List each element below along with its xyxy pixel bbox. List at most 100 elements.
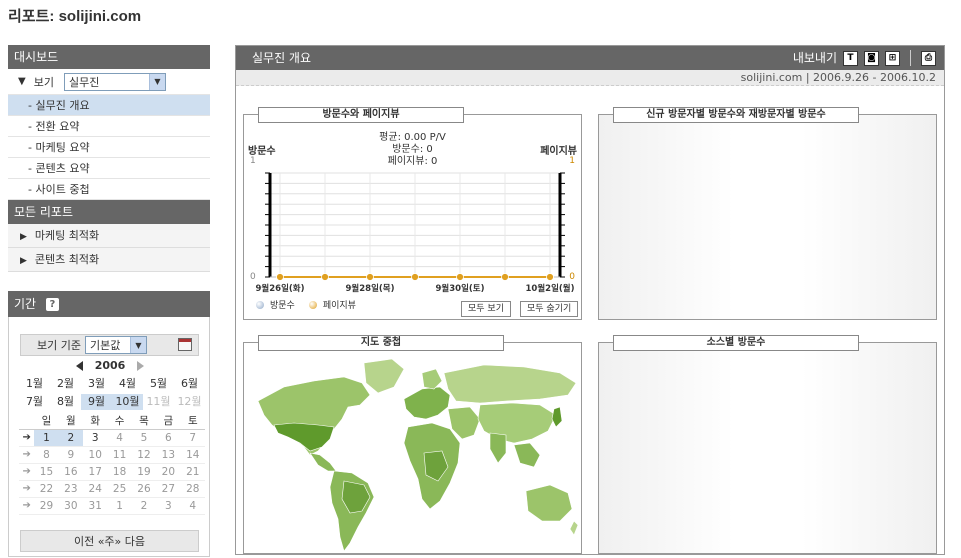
map-southeast-asia (513, 442, 541, 468)
report-item-label: 콘텐츠 최적화 (34, 253, 100, 266)
day-cell: 4 (107, 429, 132, 447)
legend-pageviews-dot (308, 300, 317, 309)
chart-legend: 방문수 페이지뷰 (256, 298, 356, 311)
data-point (411, 273, 419, 281)
export-label: 내보내기 (792, 51, 837, 65)
site-range-bar: solijini.com | 2006.9.26 - 2006.10.2 (236, 70, 944, 86)
month-grid: 1월 2월 3월 4월 5월 6월 7월 8월 9월 10월 11월 12월 (19, 376, 205, 410)
day-cell: 7 (180, 429, 205, 447)
month-cell[interactable]: 2월 (50, 376, 81, 392)
export-xml-icon[interactable]: ◙ (864, 50, 879, 66)
period-basis-row: 보기 기준 기본값 ▼ (20, 334, 199, 356)
box-title: 소스별 방문수 (613, 335, 859, 351)
legend-visits-dot (256, 300, 264, 309)
main-title: 실무진 개요 (252, 51, 312, 65)
year-label: 2006 (94, 359, 126, 372)
legend-visits-label: 방문수 (270, 301, 295, 311)
day-cell: 19 (131, 463, 157, 481)
by-source-box: 소스별 방문수 (598, 335, 937, 554)
hide-all-button[interactable]: 모두 숨기기 (520, 301, 579, 317)
weekday-header: 목 (131, 412, 157, 430)
panel-background (599, 115, 936, 319)
day-cell: 25 (107, 480, 132, 498)
period-basis-select[interactable]: 기본값 ▼ (84, 336, 147, 354)
expand-triangle-icon: ▶ (20, 232, 27, 242)
month-cell-selected[interactable]: 9월 (81, 394, 112, 410)
map-europe (403, 386, 451, 420)
month-cell-selected[interactable]: 10월 (112, 394, 143, 410)
day-cell: 30 (58, 497, 84, 515)
next-year-arrow-icon[interactable] (137, 361, 145, 371)
view-select[interactable]: 실무진 ▼ (63, 72, 166, 91)
print-icon[interactable]: ⎙ (921, 50, 936, 66)
x-tick-label: 9월30일(토) (436, 283, 485, 294)
calendar-grid: 일 월 화 수 목 금 토 ➔ 1 2 3 4 5 6 7 ➔ 8 9 10 1… (19, 412, 205, 515)
report-item-content[interactable]: ▶ 콘텐츠 최적화 (8, 248, 210, 272)
prev-year-arrow-icon[interactable] (75, 361, 83, 371)
map-japan-korea (551, 406, 563, 428)
day-cell: 1 (107, 497, 132, 515)
calendar-icon[interactable] (178, 338, 192, 351)
period-panel: 보기 기준 기본값 ▼ 2006 1월 2월 3월 4월 5월 6월 7월 8월… (8, 317, 210, 557)
sidebar-item-marketing-summary[interactable]: - 마케팅 요약 (8, 137, 210, 158)
map-new-zealand (569, 520, 579, 536)
day-cell: 12 (131, 446, 157, 464)
box-title: 신규 방문자별 방문수와 재방문자별 방문수 (613, 107, 859, 123)
day-cell: 2 (131, 497, 157, 515)
sidebar-item-content-summary[interactable]: - 콘텐츠 요약 (8, 158, 210, 179)
month-cell[interactable]: 3월 (81, 376, 112, 392)
day-cell: 17 (83, 463, 108, 481)
export-text-icon[interactable]: T (843, 50, 858, 66)
toolbar-divider (910, 50, 911, 66)
day-cell[interactable]: 2 (58, 429, 84, 447)
collapse-triangle-icon[interactable]: ▼ (18, 76, 26, 87)
map-central-america (309, 452, 337, 472)
data-point (456, 273, 464, 281)
month-cell[interactable]: 1월 (19, 376, 50, 392)
show-all-button[interactable]: 모두 보기 (461, 301, 511, 317)
sidebar-item-conversion-summary[interactable]: - 전환 요약 (8, 116, 210, 137)
sidebar-item-executive-overview[interactable]: - 실무진 개요 (8, 95, 210, 116)
day-cell: 31 (83, 497, 108, 515)
day-cell: 28 (180, 480, 205, 498)
period-basis-label: 보기 기준 (37, 339, 81, 352)
dropdown-arrow-icon[interactable]: ▼ (148, 73, 165, 90)
day-cell: 20 (156, 463, 181, 481)
day-cell[interactable]: 3 (83, 429, 108, 447)
week-nav-button[interactable]: 이전 «주» 다음 (20, 530, 199, 552)
all-reports-header: 모든 리포트 (8, 200, 210, 224)
world-map[interactable] (244, 343, 583, 555)
help-icon[interactable]: ? (45, 298, 59, 311)
dropdown-arrow-icon[interactable]: ▼ (129, 337, 146, 353)
month-cell[interactable]: 7월 (19, 394, 50, 410)
map-overlay-box: 지도 중첩 (243, 335, 583, 555)
day-cell: 8 (34, 446, 59, 464)
week-select-arrow-icon: ➔ (19, 480, 35, 498)
sidebar: 대시보드 ▼ 보기 실무진 ▼ - 실무진 개요 - 전환 요약 - 마케팅 요… (8, 45, 210, 272)
x-tick-label: 9월28일(목) (346, 283, 395, 294)
period-basis-value: 기본값 (89, 339, 121, 352)
month-cell[interactable]: 8월 (50, 394, 81, 410)
sidebar-item-site-overlay[interactable]: - 사이트 중첩 (8, 179, 210, 200)
week-select-arrow-icon[interactable]: ➔ (19, 429, 35, 447)
day-cell: 4 (180, 497, 205, 515)
x-tick-label: 9월26일(화) (256, 283, 305, 294)
export-excel-icon[interactable]: ⊞ (885, 50, 900, 66)
panel-background (599, 343, 936, 553)
day-cell[interactable]: 1 (34, 429, 59, 447)
export-toolbar: 내보내기 T ◙ ⊞ ⎙ (793, 46, 936, 70)
month-cell[interactable]: 6월 (174, 376, 205, 392)
view-label: 보기 (33, 75, 54, 89)
day-cell: 26 (131, 480, 157, 498)
month-cell[interactable]: 5월 (143, 376, 174, 392)
weekday-header: 수 (107, 412, 132, 430)
day-cell: 14 (180, 446, 205, 464)
month-cell[interactable]: 4월 (112, 376, 143, 392)
view-select-value: 실무진 (68, 75, 100, 89)
day-cell: 21 (180, 463, 205, 481)
report-item-marketing[interactable]: ▶ 마케팅 최적화 (8, 224, 210, 248)
day-cell: 15 (34, 463, 59, 481)
day-cell: 16 (58, 463, 84, 481)
main-header: 실무진 개요 내보내기 T ◙ ⊞ ⎙ (236, 46, 944, 70)
data-point (276, 273, 284, 281)
